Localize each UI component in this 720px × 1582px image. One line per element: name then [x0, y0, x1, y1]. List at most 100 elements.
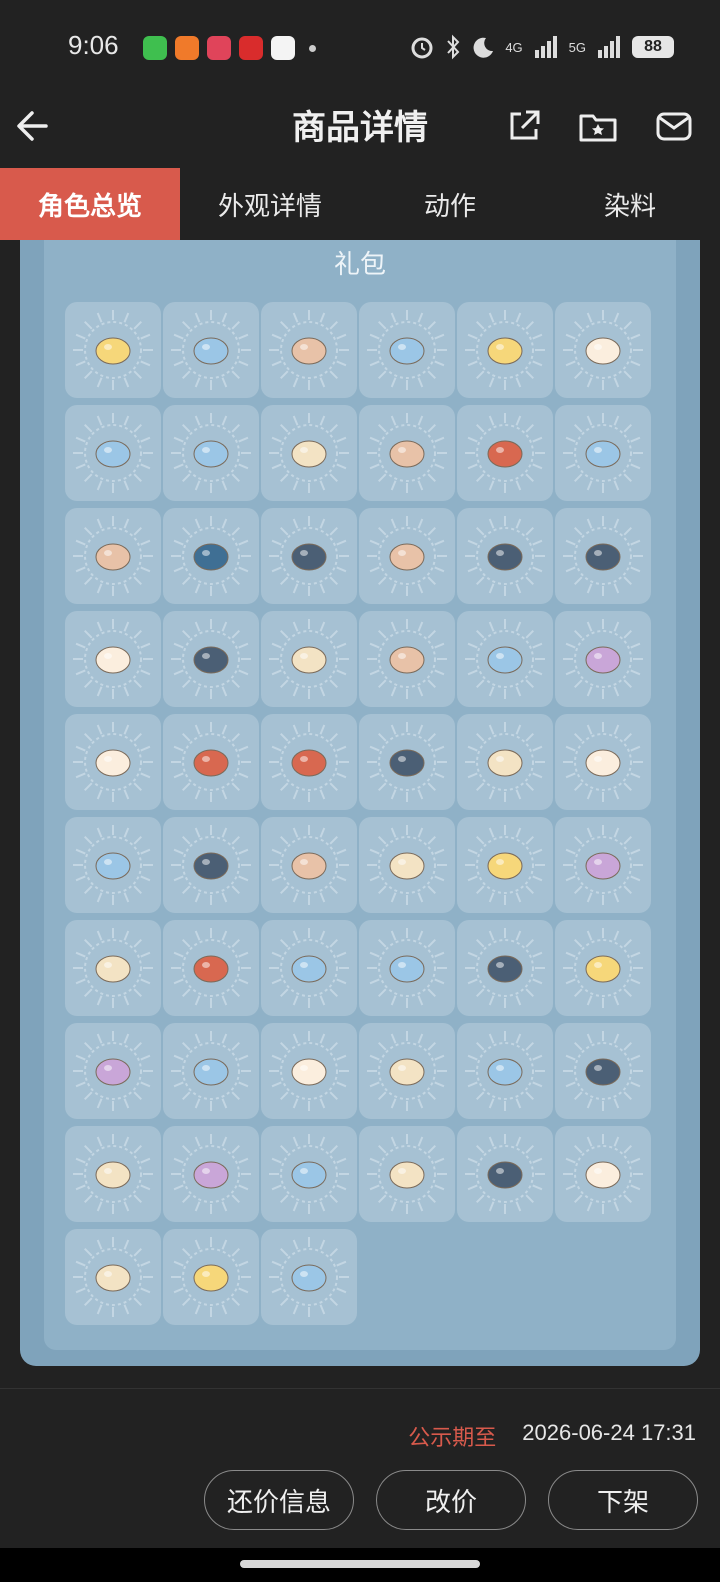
item-slot[interactable]: [163, 714, 259, 810]
delist-button[interactable]: 下架: [548, 1470, 698, 1530]
pumpkin-icon: [389, 955, 425, 983]
item-slot[interactable]: [163, 611, 259, 707]
news-icon: [239, 36, 263, 60]
item-slot[interactable]: [359, 508, 455, 604]
item-slot[interactable]: [163, 1229, 259, 1325]
item-slot[interactable]: [163, 1126, 259, 1222]
system-icons: 4G 5G 88: [409, 34, 674, 60]
item-slot[interactable]: [163, 817, 259, 913]
item-slot[interactable]: [359, 302, 455, 398]
item-slot[interactable]: [359, 1126, 455, 1222]
tab-dyes[interactable]: 染料: [540, 168, 720, 240]
bun-hair-icon: [487, 1058, 523, 1086]
item-slot[interactable]: [457, 302, 553, 398]
item-slot[interactable]: [457, 817, 553, 913]
item-slot[interactable]: [555, 405, 651, 501]
reprice-button[interactable]: 改价: [376, 1470, 526, 1530]
item-slot[interactable]: [163, 920, 259, 1016]
item-slot[interactable]: [163, 508, 259, 604]
item-slot[interactable]: [359, 920, 455, 1016]
item-slot[interactable]: [261, 1023, 357, 1119]
gold-bow-icon: [95, 1264, 131, 1292]
battery-indicator: 88: [632, 36, 674, 58]
header-bar: 商品详情: [0, 92, 720, 168]
item-slot[interactable]: [555, 508, 651, 604]
divider: [0, 1388, 720, 1389]
item-slot[interactable]: [261, 714, 357, 810]
item-slot[interactable]: [65, 611, 161, 707]
gift-pack-inner: 礼包: [44, 240, 676, 1350]
scarf-icon: [487, 440, 523, 468]
bow-necklace-icon: [389, 440, 425, 468]
item-slot[interactable]: [457, 1023, 553, 1119]
item-slot[interactable]: [65, 714, 161, 810]
item-slot[interactable]: [555, 817, 651, 913]
bow-hair-icon: [487, 337, 523, 365]
pearl-necklace-icon: [389, 852, 425, 880]
item-slot[interactable]: [65, 1126, 161, 1222]
sparkle-badge-icon: [95, 543, 131, 571]
item-slot[interactable]: [359, 611, 455, 707]
folding-fan-icon: [95, 646, 131, 674]
cat-hat-icon: [585, 749, 621, 777]
curly-hair-icon: [95, 1161, 131, 1189]
section-title: 礼包: [333, 250, 386, 280]
wechat-icon: [143, 36, 167, 60]
item-slot[interactable]: [555, 611, 651, 707]
cloud-icon: [487, 1161, 523, 1189]
item-slot[interactable]: [65, 1229, 161, 1325]
item-slot[interactable]: [457, 611, 553, 707]
item-slot[interactable]: [555, 920, 651, 1016]
item-slot[interactable]: [65, 405, 161, 501]
home-indicator[interactable]: [240, 1560, 480, 1568]
publicity-label: 公示期至: [408, 1426, 497, 1451]
item-slot[interactable]: [359, 405, 455, 501]
item-slot[interactable]: [163, 302, 259, 398]
moon-icon: [473, 37, 494, 58]
item-slot[interactable]: [359, 817, 455, 913]
item-slot[interactable]: [261, 817, 357, 913]
share-icon[interactable]: [504, 106, 544, 146]
item-slot[interactable]: [65, 817, 161, 913]
video-icon: [207, 36, 231, 60]
counter-offer-button[interactable]: 还价信息: [204, 1470, 354, 1530]
favorite-folder-icon[interactable]: [578, 106, 618, 146]
purple-tutu-icon: [291, 440, 327, 468]
item-slot[interactable]: [555, 302, 651, 398]
tab-appearance-details[interactable]: 外观详情: [180, 168, 360, 240]
app-icon: [175, 36, 199, 60]
item-slot[interactable]: [163, 405, 259, 501]
item-slot[interactable]: [163, 1023, 259, 1119]
item-slot[interactable]: [261, 1126, 357, 1222]
item-slot[interactable]: [261, 508, 357, 604]
item-slot[interactable]: [65, 302, 161, 398]
item-slot[interactable]: [457, 714, 553, 810]
item-slot[interactable]: [261, 611, 357, 707]
item-slot[interactable]: [555, 1126, 651, 1222]
chain-necklace-icon: [389, 749, 425, 777]
item-slot[interactable]: [65, 920, 161, 1016]
item-slot[interactable]: [359, 1023, 455, 1119]
item-slot[interactable]: [457, 1126, 553, 1222]
notification-icons: [143, 36, 316, 60]
item-slot[interactable]: [555, 1023, 651, 1119]
item-slot[interactable]: [261, 920, 357, 1016]
navy-cape-icon: [487, 749, 523, 777]
signal-5g-label: 5G: [568, 39, 586, 55]
item-slot[interactable]: [261, 302, 357, 398]
item-slot[interactable]: [457, 508, 553, 604]
bowtie-necklace-icon: [389, 1161, 425, 1189]
tab-role-overview[interactable]: 角色总览: [0, 168, 180, 240]
item-slot[interactable]: [261, 1229, 357, 1325]
item-slot[interactable]: [457, 405, 553, 501]
item-slot[interactable]: [359, 714, 455, 810]
mail-icon[interactable]: [654, 106, 694, 146]
item-slot[interactable]: [555, 714, 651, 810]
item-slot[interactable]: [261, 405, 357, 501]
item-slot[interactable]: [457, 920, 553, 1016]
item-slot[interactable]: [65, 508, 161, 604]
item-slot[interactable]: [65, 1023, 161, 1119]
top-hat-icon: [585, 440, 621, 468]
tab-actions[interactable]: 动作: [360, 168, 540, 240]
flower-petals-icon: [193, 646, 229, 674]
